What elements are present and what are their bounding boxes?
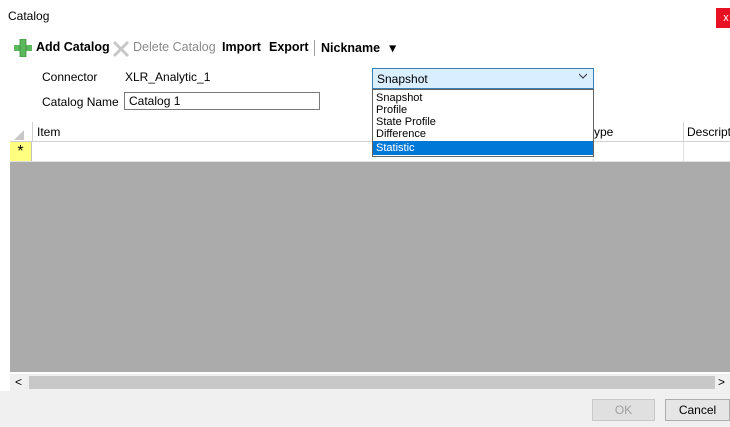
toolbar: Add Catalog Delete Catalog Import Export… bbox=[0, 37, 730, 59]
dropdown-option-profile[interactable]: Profile bbox=[373, 104, 593, 116]
type-combo-value: Snapshot bbox=[377, 72, 428, 86]
cancel-button[interactable]: Cancel bbox=[665, 399, 730, 421]
chevron-down-icon bbox=[579, 73, 587, 79]
close-button[interactable]: x bbox=[716, 8, 730, 28]
grid-header: Item ype Descripti bbox=[10, 122, 730, 142]
cell-divider bbox=[683, 142, 684, 161]
scroll-thumb[interactable] bbox=[29, 376, 715, 389]
dropdown-option-state-profile[interactable]: State Profile bbox=[373, 116, 593, 128]
ok-button[interactable]: OK bbox=[592, 399, 655, 421]
add-plus-icon bbox=[14, 39, 32, 57]
header-divider bbox=[683, 122, 684, 142]
nickname-label: Nickname bbox=[321, 41, 381, 55]
select-all-icon[interactable] bbox=[14, 130, 24, 140]
scroll-left-arrow-icon[interactable]: < bbox=[10, 374, 27, 391]
title-bar: Catalog x bbox=[0, 0, 730, 33]
connector-value: XLR_Analytic_1 bbox=[125, 70, 211, 84]
type-dropdown-list: Snapshot Profile State Profile Differenc… bbox=[372, 89, 594, 157]
chevron-down-icon: ▾ bbox=[389, 41, 396, 55]
dropdown-option-statistic[interactable]: Statistic bbox=[373, 141, 593, 155]
delete-catalog-button[interactable]: Delete Catalog bbox=[133, 40, 216, 54]
scroll-right-arrow-icon[interactable]: > bbox=[713, 374, 730, 391]
new-row-marker: * bbox=[10, 142, 32, 161]
horizontal-scrollbar[interactable]: < > bbox=[10, 374, 730, 391]
type-combo-box[interactable]: Snapshot bbox=[372, 68, 594, 89]
import-button[interactable]: Import bbox=[222, 40, 261, 54]
connector-label: Connector bbox=[42, 70, 98, 84]
column-header-type[interactable]: ype bbox=[594, 125, 613, 139]
column-header-description[interactable]: Descripti bbox=[687, 125, 730, 139]
add-catalog-button[interactable]: Add Catalog bbox=[36, 40, 110, 54]
dropdown-option-snapshot[interactable]: Snapshot bbox=[373, 92, 593, 104]
export-button[interactable]: Export bbox=[269, 40, 309, 54]
window-title: Catalog bbox=[8, 9, 50, 23]
column-header-item[interactable]: Item bbox=[37, 125, 60, 139]
new-row[interactable]: * bbox=[10, 142, 730, 162]
catalog-name-label: Catalog Name bbox=[42, 95, 119, 109]
dropdown-option-difference[interactable]: Difference bbox=[373, 128, 593, 140]
delete-x-icon bbox=[112, 40, 130, 58]
catalog-name-input[interactable] bbox=[124, 92, 320, 110]
header-divider bbox=[32, 122, 33, 142]
nickname-menu-button[interactable]: Nickname ▾ bbox=[321, 40, 396, 55]
close-icon: x bbox=[723, 12, 729, 24]
toolbar-separator bbox=[314, 40, 315, 56]
